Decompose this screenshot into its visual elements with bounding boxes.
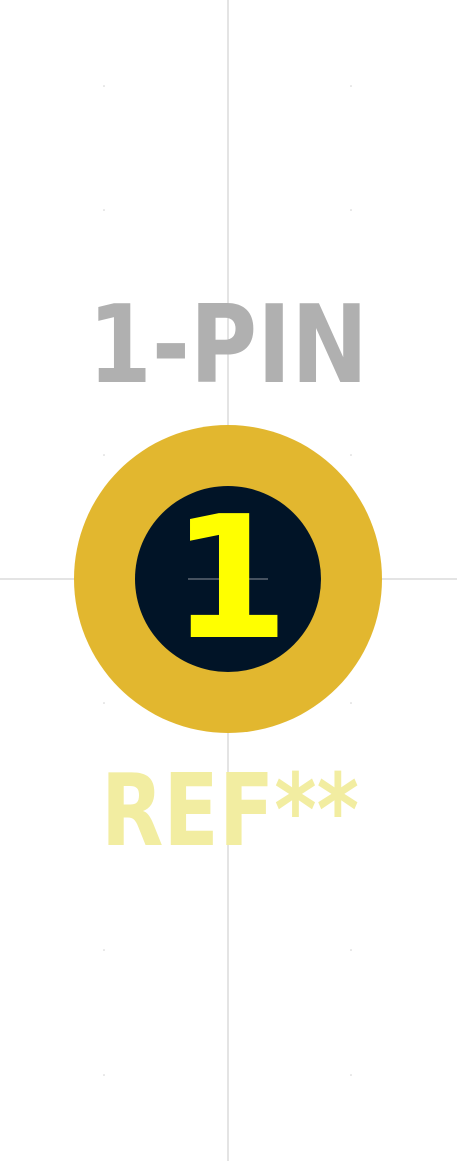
grid-dot (350, 1074, 352, 1076)
footprint-canvas[interactable]: 1-PIN 1 REF** (0, 0, 457, 1161)
reference-designator-label[interactable]: REF** (101, 752, 359, 869)
grid-dot (103, 949, 105, 951)
grid-dot (350, 949, 352, 951)
grid-dot (350, 702, 352, 704)
pad-number-label: 1 (171, 480, 289, 678)
grid-dot (103, 454, 105, 456)
pad-1[interactable]: 1 (74, 425, 382, 733)
footprint-value-label[interactable]: 1-PIN (88, 283, 368, 408)
grid-dot (103, 209, 105, 211)
grid-dot (103, 702, 105, 704)
grid-dot (103, 85, 105, 87)
grid-dot (103, 1074, 105, 1076)
grid-dot (350, 85, 352, 87)
grid-dot (350, 209, 352, 211)
grid-dot (350, 454, 352, 456)
